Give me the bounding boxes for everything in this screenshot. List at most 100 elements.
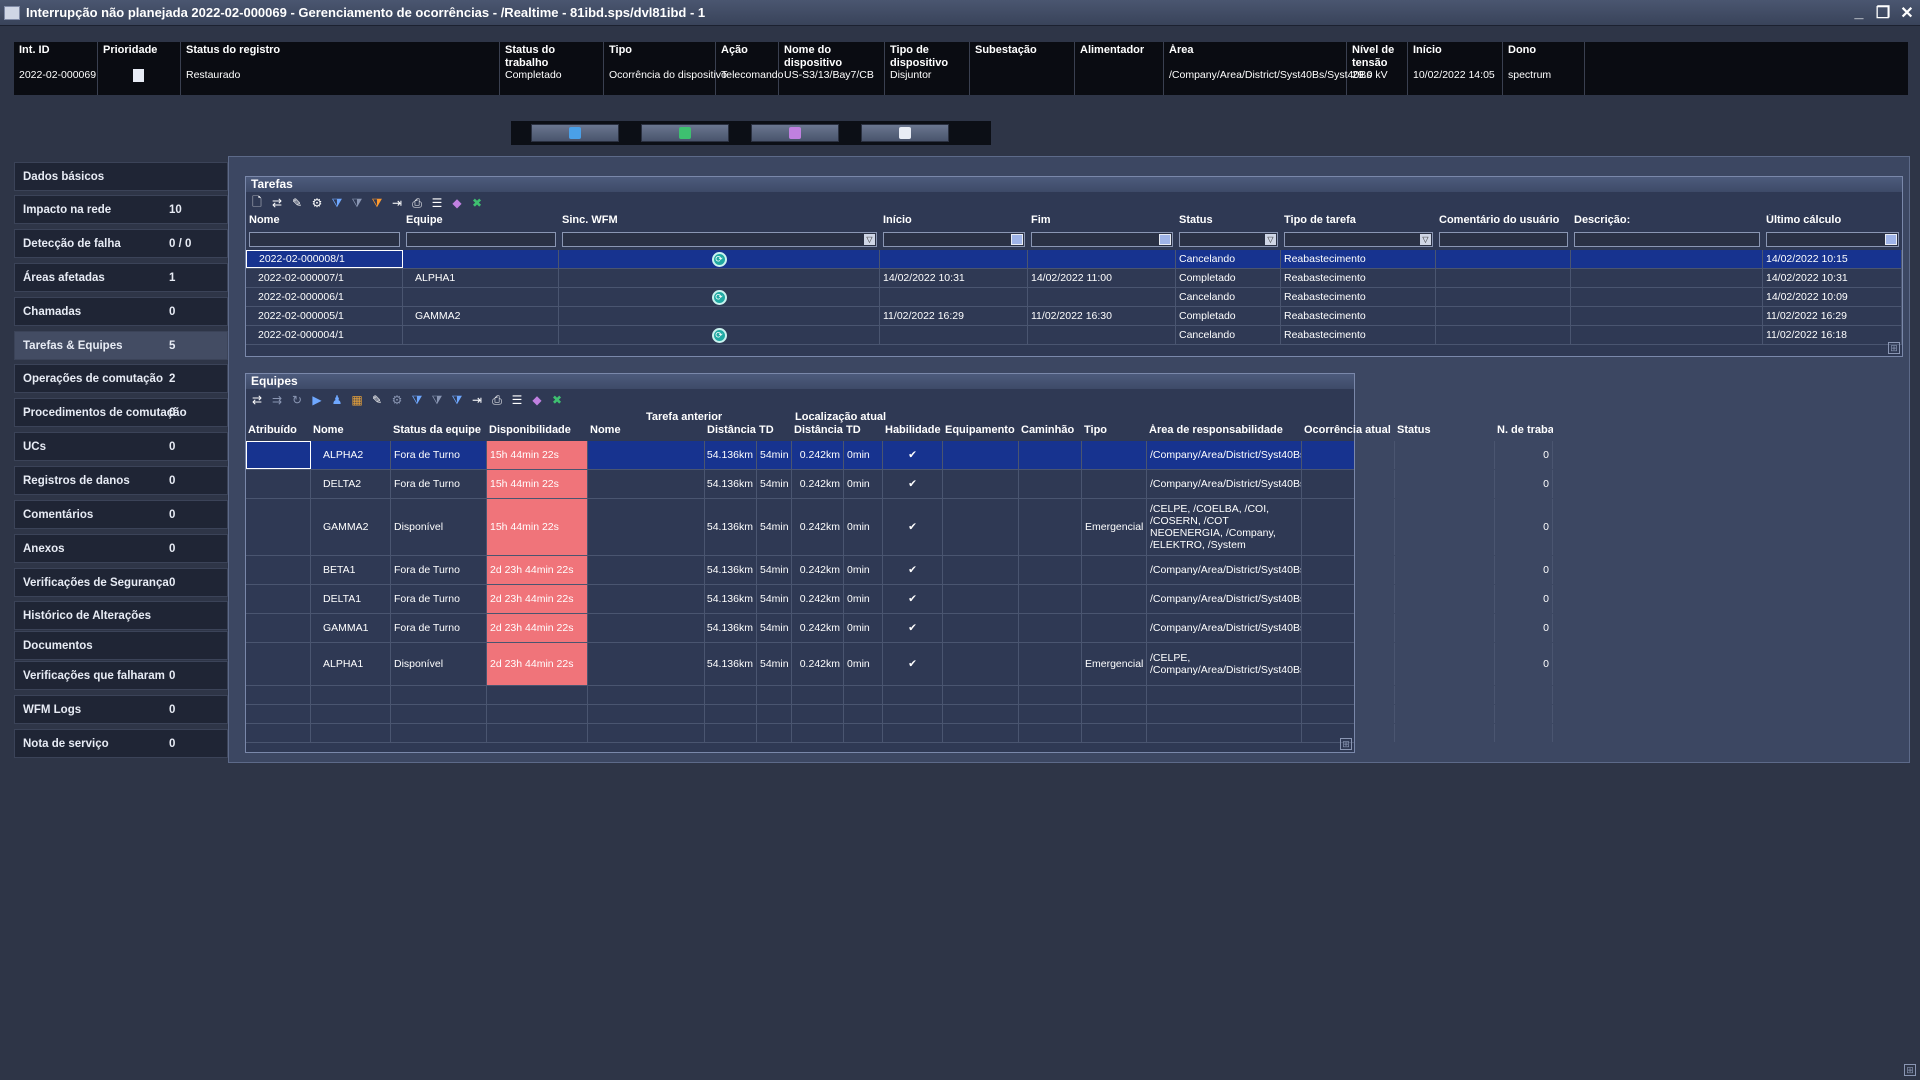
sidebar-item-tarefas-equipes[interactable]: Tarefas & Equipes 5 — [14, 331, 228, 360]
sidebar-item-registros-de-danos[interactable]: Registros de danos 0 — [14, 466, 228, 495]
tarefas-filter-input[interactable]: ▽ — [1179, 232, 1278, 247]
tarefas-row[interactable]: 2022-02-000004/1 ⟳ Cancelando Reabastecimen… — [246, 326, 1902, 345]
equipes-col-header[interactable]: Distância — [707, 424, 757, 436]
tarefas-col-header[interactable]: Último cálculo — [1766, 214, 1901, 226]
assign-icon[interactable]: ⚙ — [309, 196, 325, 210]
sidebar-item-hist-rico-de-altera-es[interactable]: Histórico de Alterações — [14, 601, 228, 630]
resize-grip-icon[interactable]: ⊞ — [1888, 342, 1900, 354]
tarefas-filter-input[interactable] — [406, 232, 556, 247]
equipes-row[interactable]: DELTA2 Fora de Turno 15h 44min 22s 54.136km… — [246, 470, 1553, 499]
filter-icon[interactable]: ⧩ — [329, 196, 345, 210]
export-icon[interactable]: ⇥ — [389, 196, 405, 210]
sidebar-item-documentos[interactable]: Documentos — [14, 631, 228, 660]
tarefas-filter-input[interactable]: ▽ — [562, 232, 877, 247]
tarefas-row[interactable]: 2022-02-000007/1 ALPHA1 14/02/2022 10:31 14… — [246, 269, 1902, 288]
dropdown-arrow-icon[interactable]: ▽ — [864, 234, 875, 245]
export-icon[interactable]: ⇥ — [469, 393, 485, 407]
transfer-icon[interactable]: ⇄ — [249, 393, 265, 407]
tarefas-col-header[interactable]: Status — [1179, 214, 1280, 226]
dropdown-arrow-icon[interactable]: ▽ — [1265, 234, 1276, 245]
tarefas-col-header[interactable]: Nome — [249, 214, 402, 226]
tarefas-col-header[interactable]: Equipe — [406, 214, 558, 226]
calendar-icon[interactable] — [1011, 234, 1023, 245]
equipes-row[interactable]: GAMMA1 Fora de Turno 2d 23h 44min 22s 54.13… — [246, 614, 1553, 643]
equipes-col-header[interactable]: N. de trabalhos — [1497, 424, 1553, 436]
print-icon[interactable]: ⎙ — [489, 393, 505, 407]
sidebar-item-verifica-es-de-seguran-a[interactable]: Verificações de Segurança 0 — [14, 568, 228, 597]
filter-icon[interactable]: ⧩ — [409, 393, 425, 407]
equipes-col-header[interactable]: Ocorrência atual — [1304, 424, 1395, 436]
edit-icon[interactable]: ✎ — [289, 196, 305, 210]
list-icon[interactable]: ☰ — [429, 196, 445, 210]
tarefas-filter-input[interactable] — [1766, 232, 1899, 247]
equipes-row[interactable]: ALPHA1 Disponível 2d 23h 44min 22s 54.136km… — [246, 643, 1553, 686]
filter-active-icon[interactable]: ⧩ — [369, 196, 385, 210]
unassign-icon[interactable]: ⇉ — [269, 393, 285, 407]
minimize-icon[interactable]: _ — [1848, 3, 1870, 23]
equipes-row[interactable]: ALPHA2 Fora de Turno 15h 44min 22s 54.136km… — [246, 441, 1553, 470]
list-icon[interactable]: ☰ — [509, 393, 525, 407]
equipes-col-header[interactable]: Status da equipe — [393, 424, 487, 436]
equipes-col-header[interactable]: Tipo — [1084, 424, 1147, 436]
sidebar-item--reas-afetadas[interactable]: Áreas afetadas 1 — [14, 263, 228, 292]
calendar-icon[interactable] — [1159, 234, 1171, 245]
equipes-col-header[interactable]: Distância — [794, 424, 844, 436]
window-resize-grip-icon[interactable]: ⊞ — [1904, 1064, 1916, 1076]
equipes-col-header[interactable]: TD — [759, 424, 792, 436]
action-button-1[interactable] — [531, 124, 619, 142]
equipes-row[interactable]: GAMMA2 Disponível 15h 44min 22s 54.136km 54m… — [246, 499, 1553, 556]
sidebar-item-anexos[interactable]: Anexos 0 — [14, 534, 228, 563]
tarefas-filter-input[interactable] — [249, 232, 400, 247]
equipes-row[interactable]: BETA1 Fora de Turno 2d 23h 44min 22s 54.136… — [246, 556, 1553, 585]
tarefas-row[interactable]: 2022-02-000005/1 GAMMA2 11/02/2022 16:29 11… — [246, 307, 1902, 326]
sidebar-item-chamadas[interactable]: Chamadas 0 — [14, 297, 228, 326]
tarefas-filter-input[interactable] — [883, 232, 1025, 247]
tarefas-col-header[interactable]: Início — [883, 214, 1027, 226]
equipes-col-header[interactable]: Status — [1397, 424, 1495, 436]
tarefas-col-header[interactable]: Descrição: — [1574, 214, 1762, 226]
filter-clear-icon[interactable]: ⧩ — [429, 393, 445, 407]
expand-icon[interactable]: ◆ — [529, 393, 545, 407]
calendar-icon[interactable]: ▦ — [349, 393, 365, 407]
sidebar-item-wfm-logs[interactable]: WFM Logs 0 — [14, 695, 228, 724]
tarefas-filter-input[interactable] — [1031, 232, 1173, 247]
equipes-col-header[interactable]: Caminhão — [1021, 424, 1082, 436]
equipes-col-header[interactable]: Nome — [590, 424, 705, 436]
collapse-icon[interactable]: ✖ — [549, 393, 565, 407]
filter-active-icon[interactable]: ⧩ — [449, 393, 465, 407]
sidebar-item-impacto-na-rede[interactable]: Impacto na rede 10 — [14, 195, 228, 224]
equipes-col-header[interactable]: Equipamento — [945, 424, 1019, 436]
action-button-4[interactable] — [861, 124, 949, 142]
tarefas-row[interactable]: 2022-02-000008/1 ⟳ Cancelando Reabastecimen… — [246, 250, 1902, 269]
sidebar-item-verifica-es-que-falharam[interactable]: Verificações que falharam 0 — [14, 661, 228, 690]
close-icon[interactable]: ✕ — [1896, 3, 1918, 23]
tarefas-col-header[interactable]: Fim — [1031, 214, 1175, 226]
assign-icon[interactable]: ⚙ — [389, 393, 405, 407]
calendar-icon[interactable] — [1885, 234, 1897, 245]
sidebar-item-coment-rios[interactable]: Comentários 0 — [14, 500, 228, 529]
equipes-col-header[interactable]: TD — [846, 424, 883, 436]
resize-grip-icon[interactable]: ⊞ — [1340, 738, 1352, 750]
equipes-col-header[interactable]: Nome — [313, 424, 391, 436]
collapse-icon[interactable]: ✖ — [469, 196, 485, 210]
equipes-col-header[interactable]: Área de responsabilidade — [1149, 424, 1302, 436]
tarefas-row[interactable]: 2022-02-000006/1 ⟳ Cancelando Reabastecimen… — [246, 288, 1902, 307]
equipes-col-header[interactable]: Disponibilidade — [489, 424, 588, 436]
filter-clear-icon[interactable]: ⧩ — [349, 196, 365, 210]
action-button-3[interactable] — [751, 124, 839, 142]
transfer-icon[interactable]: ⇄ — [269, 196, 285, 210]
tarefas-filter-input[interactable] — [1574, 232, 1760, 247]
dropdown-arrow-icon[interactable]: ▽ — [1420, 234, 1431, 245]
sidebar-item-detec-o-de-falha[interactable]: Detecção de falha 0 / 0 — [14, 229, 228, 258]
equipes-col-header[interactable]: Atribuído — [248, 424, 311, 436]
tarefas-col-header[interactable]: Tipo de tarefa — [1284, 214, 1435, 226]
dispatch-icon[interactable]: ▶ — [309, 393, 325, 407]
equipes-row[interactable]: DELTA1 Fora de Turno 2d 23h 44min 22s 54.13… — [246, 585, 1553, 614]
person-icon[interactable]: ♟ — [329, 393, 345, 407]
sidebar-item-nota-de-servi-o[interactable]: Nota de serviço 0 — [14, 729, 228, 758]
print-icon[interactable]: ⎙ — [409, 196, 425, 210]
sidebar-item-procedimentos-de-comuta-o[interactable]: Procedimentos de comutação 0 — [14, 398, 228, 427]
sidebar-item-opera-es-de-comuta-o[interactable]: Operações de comutação 2 — [14, 364, 228, 393]
tarefas-col-header[interactable]: Comentário do usuário — [1439, 214, 1570, 226]
action-button-2[interactable] — [641, 124, 729, 142]
